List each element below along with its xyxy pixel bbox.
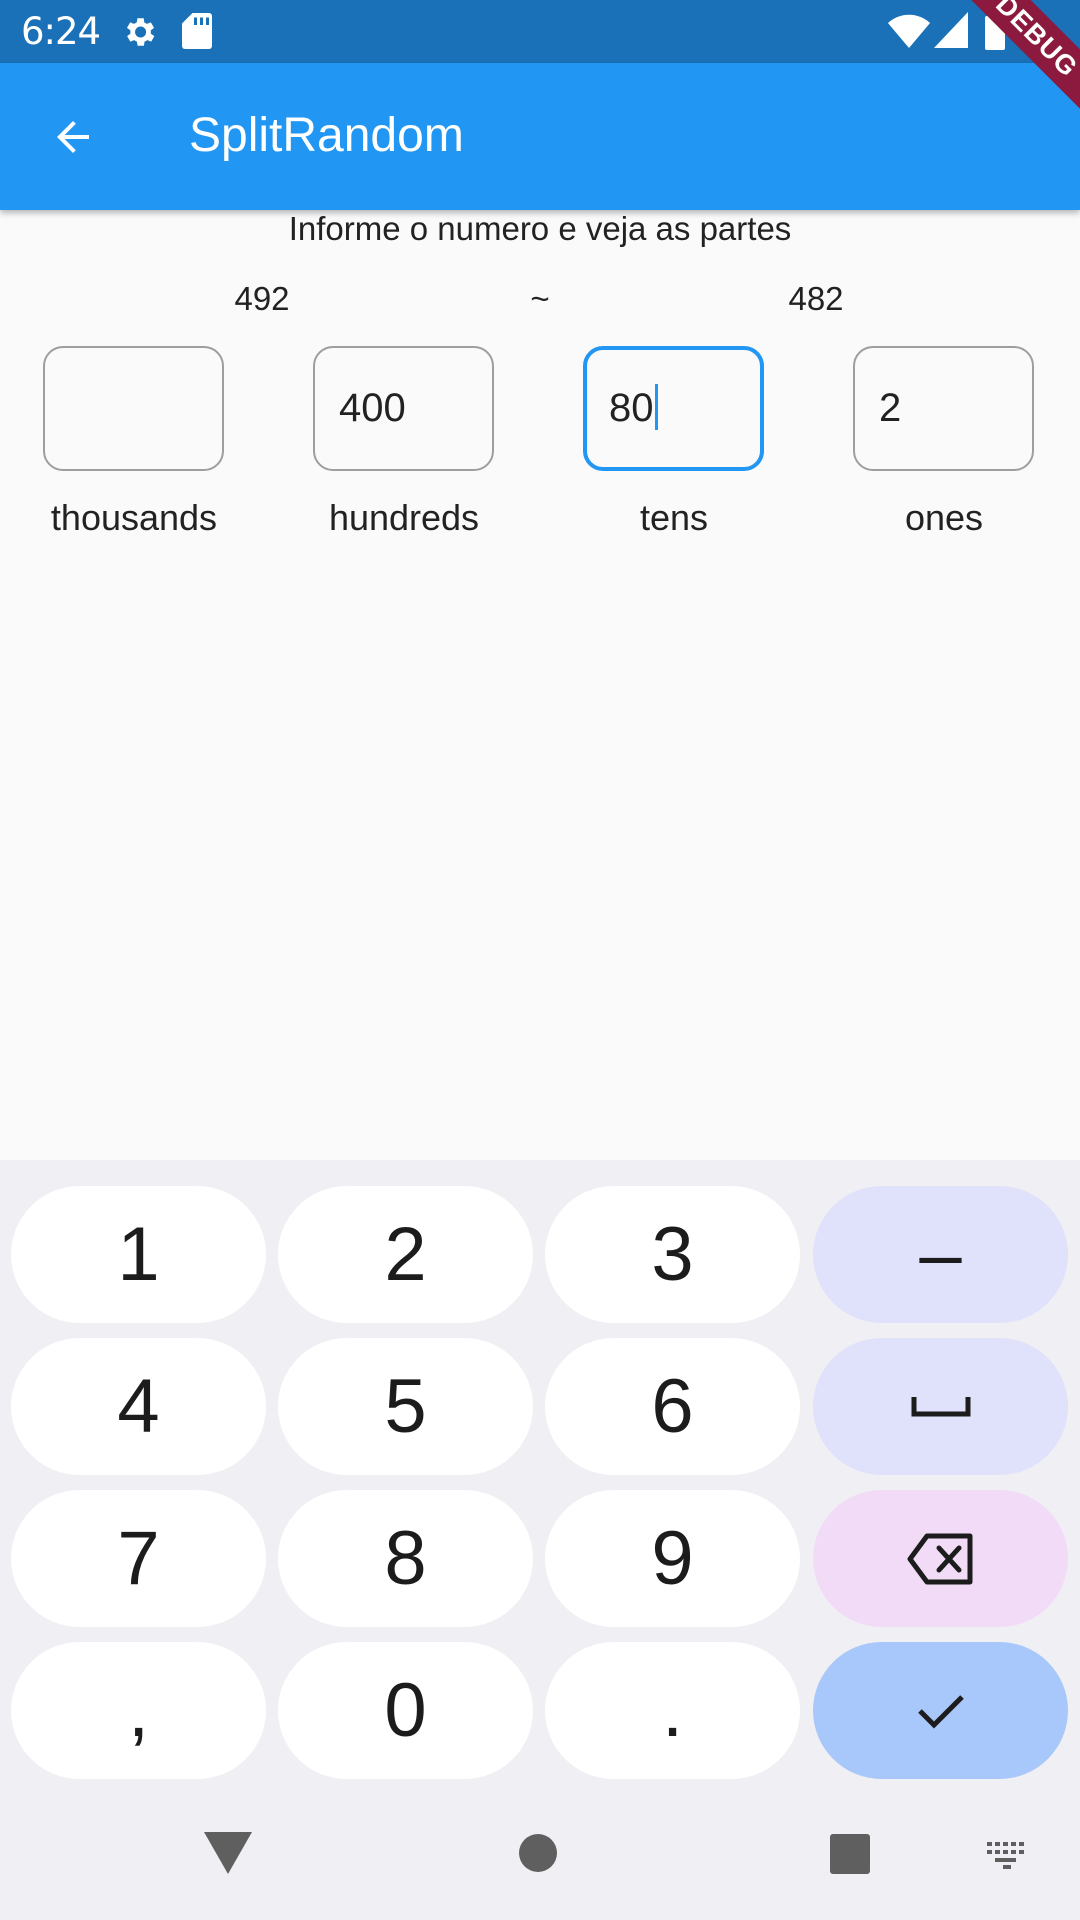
key-8[interactable]: 8 — [278, 1490, 533, 1627]
status-bar: 6:24 — [0, 0, 1080, 63]
nav-back-icon[interactable] — [204, 1832, 252, 1874]
key-5[interactable]: 5 — [278, 1338, 533, 1475]
backspace-icon — [907, 1533, 972, 1584]
ones-label: ones — [904, 497, 984, 538]
key-9[interactable]: 9 — [545, 1490, 800, 1627]
check-icon — [917, 1694, 964, 1729]
key-space[interactable] — [813, 1338, 1068, 1475]
gear-icon — [126, 18, 155, 46]
space-icon — [911, 1396, 970, 1416]
tens-label: tens — [639, 497, 709, 538]
ones-input[interactable]: 2 — [853, 346, 1034, 471]
signal-icon — [934, 12, 968, 48]
numeric-keyboard: 1 2 3 – 4 5 6 7 8 9 , 0 . — [0, 1160, 1080, 1920]
instructions-text: Informe o numero e veja as partes — [288, 210, 792, 247]
nav-home-icon[interactable] — [518, 1833, 558, 1873]
key-1[interactable]: 1 — [11, 1186, 266, 1323]
thousands-label: thousands — [50, 497, 218, 538]
hundreds-input[interactable]: 400 — [313, 346, 494, 471]
arrow-back-icon — [57, 121, 89, 153]
key-minus[interactable]: – — [813, 1186, 1068, 1323]
wifi-icon — [888, 14, 930, 48]
tens-input-value: 80 — [609, 386, 654, 430]
tens-input[interactable]: 80 — [583, 346, 764, 471]
key-0[interactable]: 0 — [278, 1642, 533, 1779]
key-comma[interactable]: , — [11, 1642, 266, 1779]
approx-symbol: ~ — [530, 280, 550, 317]
key-period[interactable]: . — [545, 1642, 800, 1779]
nav-recents-icon[interactable] — [830, 1834, 870, 1874]
current-sum: 482 — [788, 280, 844, 317]
key-enter[interactable] — [813, 1642, 1068, 1779]
key-4[interactable]: 4 — [11, 1338, 266, 1475]
key-backspace[interactable] — [813, 1490, 1068, 1627]
status-time: 6:24 — [21, 10, 101, 53]
target-number: 492 — [234, 280, 290, 317]
keyboard-switch-icon[interactable] — [985, 1840, 1029, 1870]
hundreds-label: hundreds — [328, 497, 480, 538]
text-cursor — [654, 384, 658, 431]
key-2[interactable]: 2 — [278, 1186, 533, 1323]
app-title: SplitRandom — [189, 109, 464, 162]
back-button[interactable] — [30, 101, 116, 173]
key-7[interactable]: 7 — [11, 1490, 266, 1627]
app-bar: SplitRandom — [0, 63, 1080, 210]
thousands-input[interactable] — [43, 346, 224, 471]
key-6[interactable]: 6 — [545, 1338, 800, 1475]
key-3[interactable]: 3 — [545, 1186, 800, 1323]
sd-card-icon — [182, 13, 212, 49]
